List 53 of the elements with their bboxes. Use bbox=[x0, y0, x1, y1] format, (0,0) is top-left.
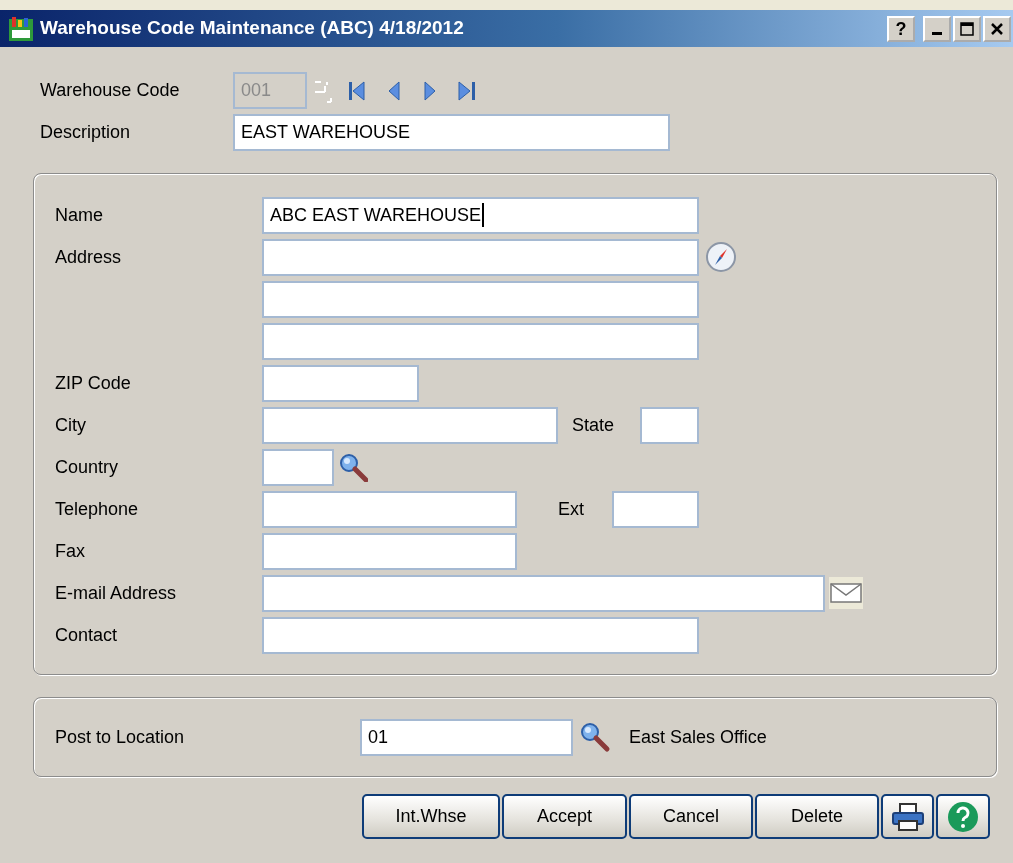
compass-icon[interactable] bbox=[705, 241, 737, 273]
text-field[interactable] bbox=[262, 448, 334, 486]
text-field[interactable] bbox=[262, 364, 419, 402]
text-field[interactable] bbox=[262, 238, 699, 276]
field-label: City bbox=[55, 413, 87, 437]
first-record-icon[interactable] bbox=[347, 78, 367, 103]
help-icon bbox=[947, 800, 979, 833]
close-icon bbox=[990, 21, 1004, 36]
print-button[interactable] bbox=[881, 794, 934, 839]
envelope-icon[interactable] bbox=[829, 577, 863, 609]
text-field[interactable] bbox=[262, 406, 558, 444]
printer-icon bbox=[891, 801, 924, 832]
field-label: Country bbox=[55, 455, 120, 479]
window-title: Warehouse Code Maintenance (ABC) 4/18/2012 bbox=[40, 16, 464, 41]
field-label: Warehouse Code bbox=[40, 79, 181, 102]
action-button[interactable]: Int.Whse bbox=[362, 794, 500, 839]
search-icon[interactable] bbox=[338, 452, 368, 482]
field-label: Description bbox=[40, 121, 132, 144]
text-field[interactable] bbox=[612, 490, 699, 528]
field-label: Contact bbox=[55, 623, 119, 647]
search-icon[interactable] bbox=[579, 721, 611, 753]
text-field[interactable] bbox=[262, 574, 825, 612]
help-button[interactable] bbox=[936, 794, 990, 839]
field-label: Ext bbox=[558, 497, 585, 521]
text-field[interactable] bbox=[262, 322, 699, 360]
action-button[interactable]: Accept bbox=[502, 794, 627, 839]
field-label: Fax bbox=[55, 539, 86, 563]
action-button[interactable]: Delete bbox=[755, 794, 879, 839]
field-label: Post to Location bbox=[55, 725, 186, 749]
maximize-button[interactable] bbox=[953, 15, 981, 42]
text-field[interactable] bbox=[262, 616, 699, 654]
text-field[interactable] bbox=[262, 490, 517, 528]
text-field[interactable]: ABC EAST WAREHOUSE bbox=[262, 196, 699, 234]
close-button[interactable] bbox=[983, 15, 1011, 42]
text-field[interactable] bbox=[262, 280, 699, 318]
last-record-icon[interactable] bbox=[457, 78, 477, 103]
field-label: ZIP Code bbox=[55, 371, 132, 395]
field-label: E-mail Address bbox=[55, 581, 178, 605]
minimize-icon bbox=[932, 31, 942, 35]
action-button[interactable]: Cancel bbox=[629, 794, 753, 839]
field-label: Name bbox=[55, 203, 104, 227]
description-field[interactable]: EAST WAREHOUSE bbox=[233, 114, 670, 151]
location-field[interactable]: 01 bbox=[360, 718, 573, 756]
app-icon bbox=[8, 15, 34, 42]
field-label: Address bbox=[55, 245, 123, 269]
location-description: East Sales Office bbox=[629, 725, 767, 749]
text-field[interactable] bbox=[262, 532, 517, 570]
text-field[interactable] bbox=[640, 406, 699, 444]
field-label: State bbox=[572, 413, 616, 437]
field-label: Telephone bbox=[55, 497, 140, 521]
maximize-icon bbox=[960, 21, 974, 36]
help-button[interactable]: ? bbox=[887, 15, 915, 42]
minimize-button[interactable] bbox=[923, 15, 951, 42]
